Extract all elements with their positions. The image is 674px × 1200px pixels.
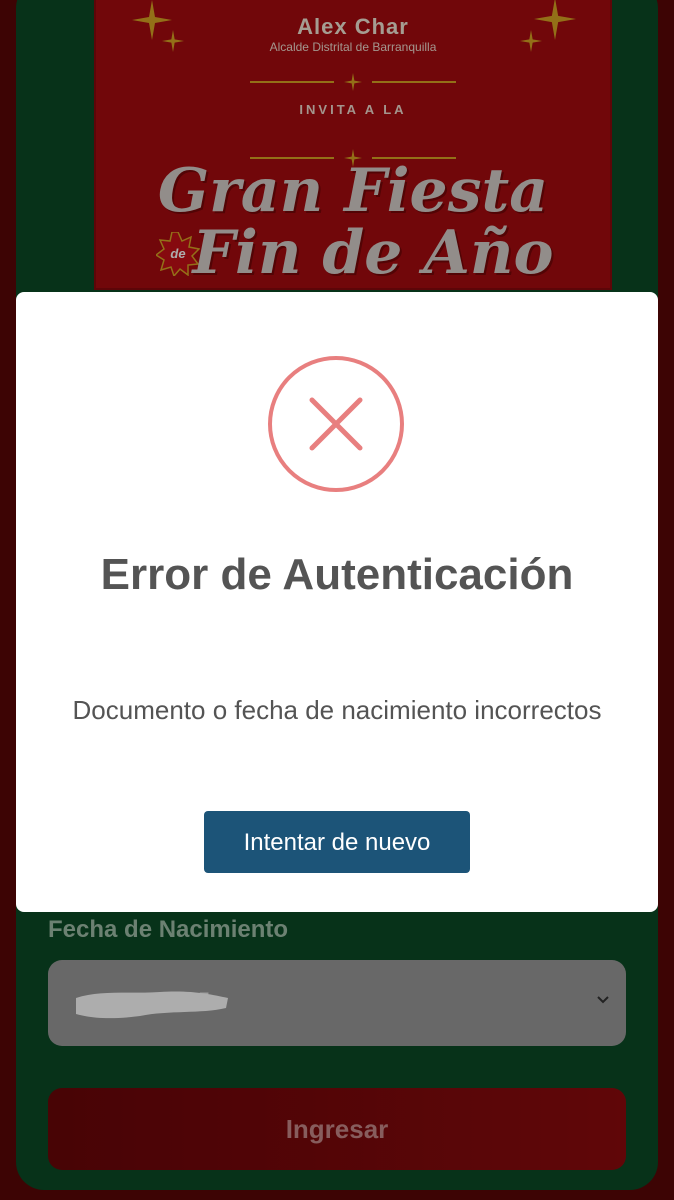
dialog-title: Error de Autenticación (100, 550, 574, 599)
error-x-icon (268, 356, 404, 492)
dialog-message: Documento o fecha de nacimiento incorrec… (72, 695, 602, 725)
error-dialog: Error de Autenticación Documento o fecha… (16, 292, 658, 912)
retry-button[interactable]: Intentar de nuevo (204, 811, 470, 873)
